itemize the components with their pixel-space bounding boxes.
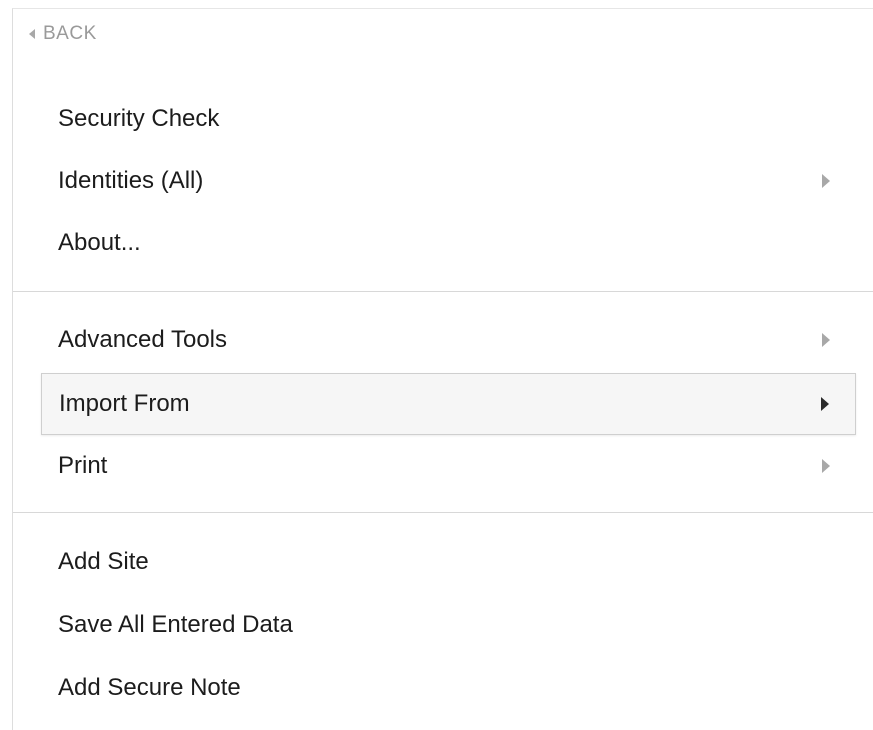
menu-item-advanced-tools[interactable]: Advanced Tools <box>41 309 856 371</box>
chevron-right-icon <box>822 459 830 473</box>
menu-item-label: Add Site <box>58 548 149 575</box>
menu-item-label: Print <box>58 452 108 479</box>
menu-item-security-check[interactable]: Security Check <box>41 88 856 150</box>
menu-item-label: Import From <box>59 390 190 417</box>
chevron-right-icon <box>821 397 829 411</box>
menu-item-label: Security Check <box>58 105 220 132</box>
menu-panel: BACK Security Check Identities (All) Abo… <box>12 8 873 730</box>
menu-item-label: About... <box>58 229 141 256</box>
menu-item-import-from[interactable]: Import From <box>41 373 856 435</box>
menu-item-label: Identities (All) <box>58 167 204 194</box>
chevron-right-icon <box>822 333 830 347</box>
back-label: BACK <box>43 23 97 44</box>
back-arrow-icon <box>29 29 35 39</box>
menu-item-label: Save All Entered Data <box>58 611 293 638</box>
menu-item-add-site[interactable]: Add Site <box>41 531 856 593</box>
menu-item-add-secure-note[interactable]: Add Secure Note <box>41 657 856 719</box>
menu-item-save-all-entered-data[interactable]: Save All Entered Data <box>41 594 856 656</box>
menu-item-print[interactable]: Print <box>41 435 856 497</box>
menu-item-identities[interactable]: Identities (All) <box>41 150 856 212</box>
menu-item-label: Add Secure Note <box>58 674 241 701</box>
menu-divider <box>13 291 873 292</box>
menu-divider <box>13 512 873 513</box>
back-button[interactable]: BACK <box>29 21 97 47</box>
menu-item-label: Advanced Tools <box>58 326 228 353</box>
menu-item-about[interactable]: About... <box>41 212 856 274</box>
chevron-right-icon <box>822 174 830 188</box>
